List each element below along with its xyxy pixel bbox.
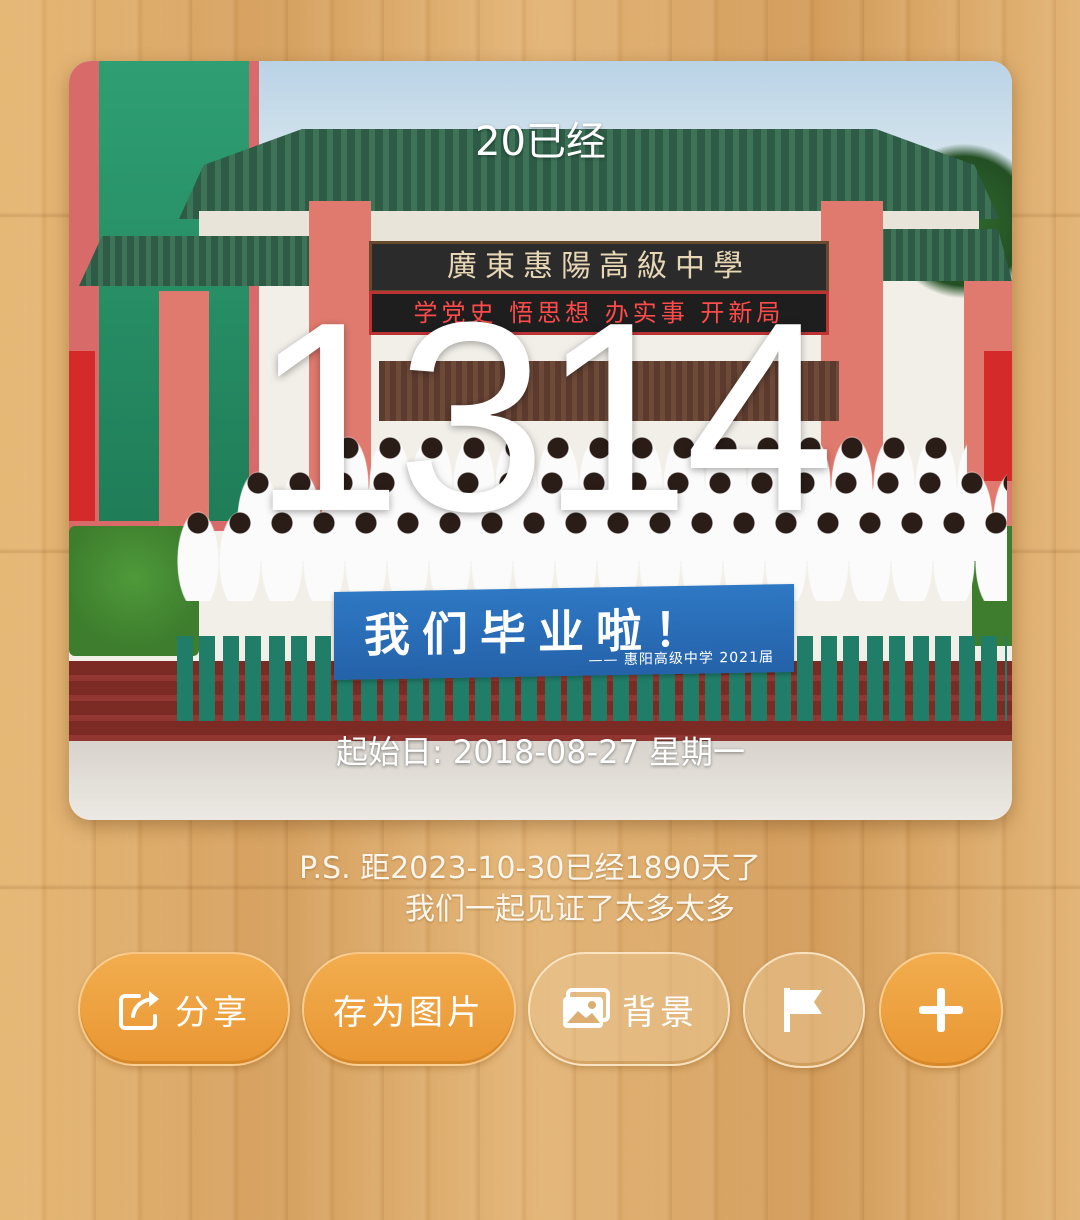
flag-icon: [778, 984, 830, 1036]
save-as-image-button[interactable]: 存为图片: [302, 952, 516, 1066]
days-count: 1314: [252, 267, 835, 568]
save-as-image-label: 存为图片: [333, 992, 485, 1033]
share-button[interactable]: 分享: [78, 952, 290, 1066]
image-icon: [560, 987, 614, 1031]
photo-side-roof-right: [872, 229, 1012, 281]
background-button-label: 背景: [622, 992, 698, 1033]
add-button[interactable]: [879, 952, 1003, 1068]
plus-icon: [915, 984, 967, 1036]
share-icon: [117, 986, 167, 1032]
start-date: 起始日: 2018-08-27 星期一: [335, 733, 746, 771]
days-caption: 20已经: [475, 119, 606, 165]
note-line-1: P.S. 距2023-10-30已经1890天了: [299, 851, 761, 886]
photo-card[interactable]: 廣東惠陽高級中學 学党史 悟思想 办实事 开新局 我们毕业啦！ —— 惠阳高级中…: [69, 61, 1012, 820]
background-button[interactable]: 背景: [528, 952, 730, 1066]
flag-button[interactable]: [743, 952, 865, 1068]
banner-sub-text: —— 惠阳高级中学 2021届: [588, 649, 774, 669]
share-button-label: 分享: [175, 992, 251, 1033]
graduation-banner: 我们毕业啦！ —— 惠阳高级中学 2021届: [334, 583, 794, 681]
note-line-2: 我们一起见证了太多太多: [405, 892, 735, 927]
